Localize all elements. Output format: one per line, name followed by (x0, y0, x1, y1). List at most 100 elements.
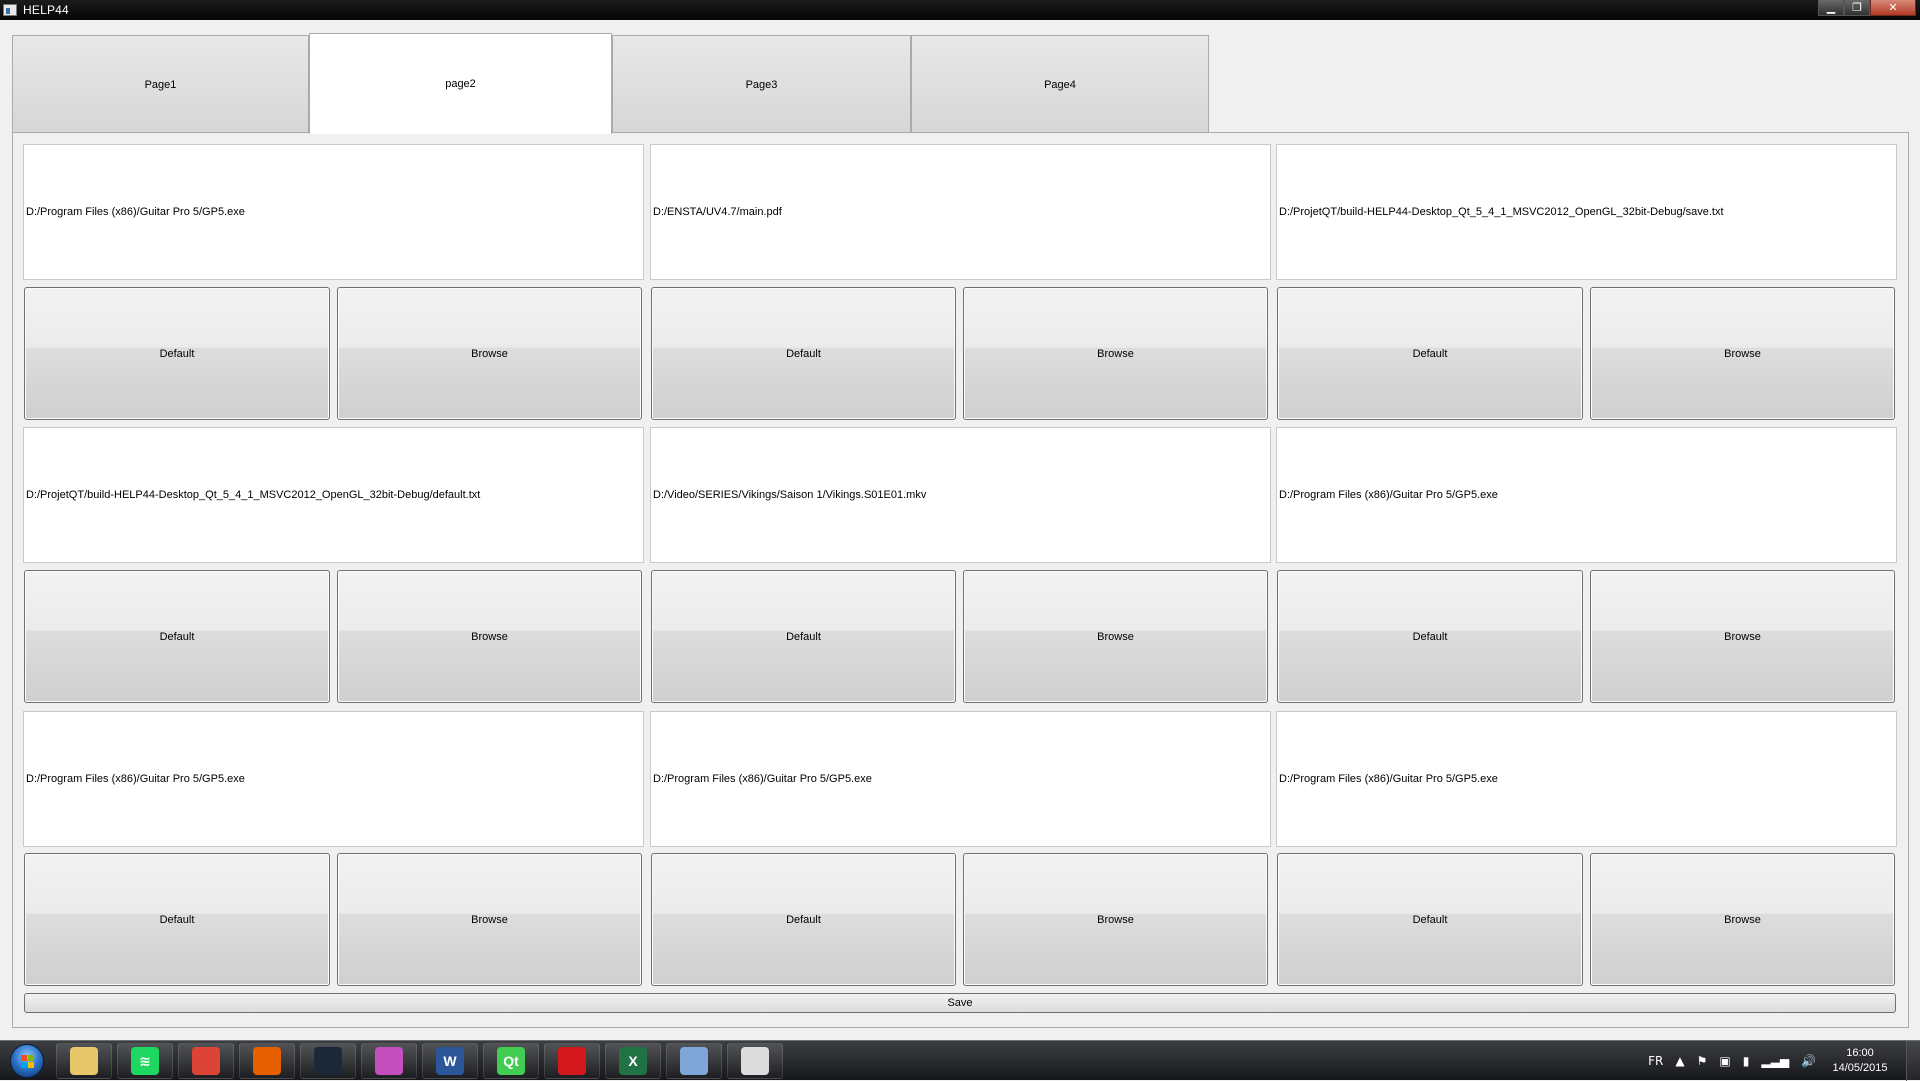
browse-button-label: Browse (1724, 630, 1761, 643)
path-display: D:/Program Files (x86)/Guitar Pro 5/GP5.… (23, 144, 644, 280)
paint-icon (680, 1047, 708, 1075)
spotify-icon: ≋ (131, 1047, 159, 1075)
default-button-label: Default (786, 913, 821, 926)
taskbar-app-button[interactable] (178, 1043, 234, 1079)
tab-page1[interactable]: Page1 (12, 35, 309, 133)
taskbar-app-button[interactable] (666, 1043, 722, 1079)
taskbar-app-button[interactable] (544, 1043, 600, 1079)
default-button-label: Default (1412, 913, 1448, 926)
browse-button-label: Browse (471, 347, 508, 360)
browse-button[interactable]: Browse (963, 853, 1268, 986)
default-button[interactable]: Default (651, 570, 956, 703)
taskbar-app-button[interactable]: ≋ (117, 1043, 173, 1079)
tab-page4[interactable]: Page4 (911, 35, 1209, 133)
default-button[interactable]: Default (1277, 570, 1583, 703)
word-icon: W (436, 1047, 464, 1075)
tab-page2[interactable]: page2 (309, 33, 612, 134)
default-button[interactable]: Default (1277, 853, 1583, 986)
system-tray: FR ▲ ⚑ ▣ ▮ ▂▃▅ 🔊 16:00 14/05/2015 (1642, 1041, 1920, 1081)
window-titlebar[interactable]: HELP44 ▁ ❐ ✕ (0, 0, 1920, 20)
taskbar: ≋ W Qt X FR ▲ ⚑ ▣ ▮ ▂▃▅ 🔊 16:00 14/05/2015 (0, 1040, 1920, 1081)
maximize-button[interactable]: ❐ (1844, 0, 1870, 16)
default-button-label: Default (159, 630, 195, 643)
excel-icon: X (619, 1047, 647, 1075)
tab-label: Page4 (1044, 78, 1076, 91)
language-indicator[interactable]: FR (1648, 1054, 1663, 1068)
taskbar-app-button[interactable] (361, 1043, 417, 1079)
path-text: D:/Program Files (x86)/Guitar Pro 5/GP5.… (26, 206, 245, 218)
show-desktop-button[interactable] (1906, 1041, 1920, 1081)
path-display: D:/Program Files (x86)/Guitar Pro 5/GP5.… (1276, 711, 1897, 847)
media-player-icon (375, 1047, 403, 1075)
tab-pane-page2: D:/Program Files (x86)/Guitar Pro 5/GP5.… (12, 132, 1909, 1028)
action-center-flag-icon[interactable]: ⚑ (1697, 1054, 1708, 1068)
browse-button[interactable]: Browse (1590, 570, 1895, 703)
safely-remove-icon[interactable]: ▣ (1719, 1054, 1730, 1068)
browse-button[interactable]: Browse (337, 570, 642, 703)
path-display: D:/Program Files (x86)/Guitar Pro 5/GP5.… (23, 711, 644, 847)
default-button-label: Default (786, 630, 821, 643)
taskbar-app-button[interactable] (56, 1043, 112, 1079)
path-display: D:/Program Files (x86)/Guitar Pro 5/GP5.… (650, 711, 1271, 847)
window-title: HELP44 (23, 3, 69, 17)
default-button-label: Default (159, 913, 195, 926)
path-text: D:/Program Files (x86)/Guitar Pro 5/GP5.… (653, 773, 872, 785)
default-button[interactable]: Default (651, 853, 956, 986)
browse-button-label: Browse (1724, 347, 1761, 360)
browse-button[interactable]: Browse (963, 570, 1268, 703)
chrome-icon (192, 1047, 220, 1075)
help44-app-icon (741, 1047, 769, 1075)
path-display: D:/Video/SERIES/Vikings/Saison 1/Vikings… (650, 427, 1271, 563)
browse-button-label: Browse (1724, 913, 1761, 926)
browse-button[interactable]: Browse (1590, 287, 1895, 420)
browse-button[interactable]: Browse (337, 853, 642, 986)
tab-label: Page1 (144, 78, 177, 91)
steam-icon (314, 1047, 342, 1075)
default-button[interactable]: Default (24, 853, 330, 986)
browse-button[interactable]: Browse (1590, 853, 1895, 986)
path-text: D:/Program Files (x86)/Guitar Pro 5/GP5.… (26, 773, 245, 785)
browse-button-label: Browse (1097, 913, 1134, 926)
app-window-icon[interactable] (3, 4, 17, 16)
default-button[interactable]: Default (24, 287, 330, 420)
save-button[interactable]: Save (24, 993, 1896, 1013)
start-button[interactable] (4, 1042, 50, 1080)
close-button[interactable]: ✕ (1870, 0, 1916, 16)
volume-icon[interactable]: 🔊 (1801, 1054, 1816, 1068)
default-button[interactable]: Default (1277, 287, 1583, 420)
browse-button-label: Browse (471, 630, 508, 643)
minimize-button[interactable]: ▁ (1818, 0, 1844, 16)
taskbar-app-button[interactable]: W (422, 1043, 478, 1079)
show-hidden-icons-icon[interactable]: ▲ (1675, 1054, 1684, 1068)
acrobat-icon (558, 1047, 586, 1075)
path-text: D:/ProjetQT/build-HELP44-Desktop_Qt_5_4_… (26, 489, 481, 501)
default-button[interactable]: Default (651, 287, 956, 420)
path-text: D:/Program Files (x86)/Guitar Pro 5/GP5.… (1279, 489, 1498, 501)
path-display: D:/ProjetQT/build-HELP44-Desktop_Qt_5_4_… (1276, 144, 1897, 280)
tab-page3[interactable]: Page3 (612, 35, 911, 133)
default-button[interactable]: Default (24, 570, 330, 703)
taskbar-app-button[interactable] (239, 1043, 295, 1079)
path-text: D:/ENSTA/UV4.7/main.pdf (653, 206, 782, 218)
taskbar-app-button[interactable]: Qt (483, 1043, 539, 1079)
taskbar-app-button[interactable] (727, 1043, 783, 1079)
browse-button-label: Browse (471, 913, 508, 926)
path-display: D:/ENSTA/UV4.7/main.pdf (650, 144, 1271, 280)
path-text: D:/Video/SERIES/Vikings/Saison 1/Vikings… (653, 489, 927, 501)
path-text: D:/ProjetQT/build-HELP44-Desktop_Qt_5_4_… (1279, 206, 1724, 218)
path-text: D:/Program Files (x86)/Guitar Pro 5/GP5.… (1279, 773, 1498, 785)
default-button-label: Default (786, 347, 821, 360)
browse-button[interactable]: Browse (963, 287, 1268, 420)
browse-button[interactable]: Browse (337, 287, 642, 420)
windows-logo-icon (10, 1044, 44, 1078)
path-display: D:/Program Files (x86)/Guitar Pro 5/GP5.… (1276, 427, 1897, 563)
window-controls: ▁ ❐ ✕ (1818, 0, 1916, 16)
path-display: D:/ProjetQT/build-HELP44-Desktop_Qt_5_4_… (23, 427, 644, 563)
taskbar-app-button[interactable] (300, 1043, 356, 1079)
power-icon[interactable]: ▮ (1743, 1054, 1750, 1068)
network-signal-icon[interactable]: ▂▃▅ (1761, 1054, 1789, 1068)
clock[interactable]: 16:00 14/05/2015 (1822, 1046, 1898, 1076)
save-button-label: Save (947, 997, 973, 1009)
taskbar-app-button[interactable]: X (605, 1043, 661, 1079)
firefox-icon (253, 1047, 281, 1075)
